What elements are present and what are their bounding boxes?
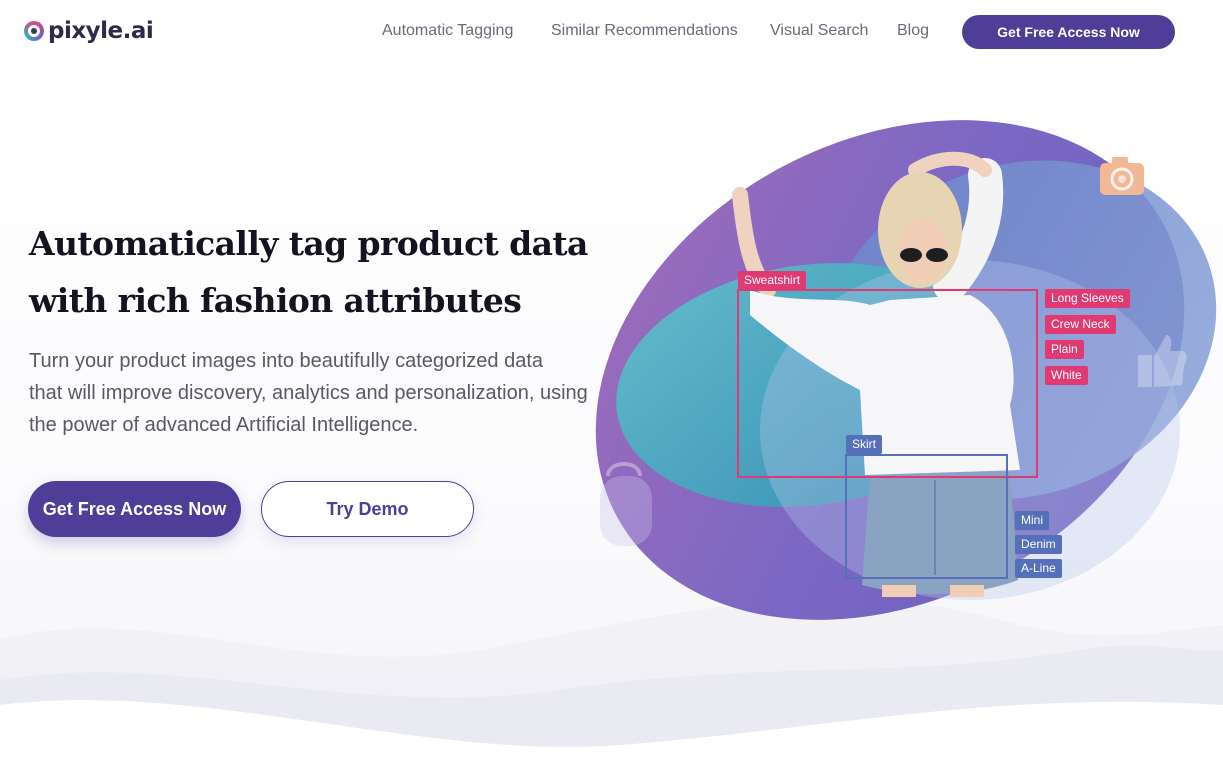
header-cta-button[interactable]: Get Free Access Now [962, 15, 1175, 49]
hero-illustration: Sweatshirt Long Sleeves Crew Neck Plain … [590, 100, 1223, 660]
blob-graphic [595, 120, 1217, 620]
skirt-label: Skirt [846, 435, 882, 454]
headline-line-2: with rich fashion attributes [29, 281, 522, 320]
subtext-line-1: Turn your product images into beautifull… [29, 350, 543, 372]
headline-line-1: Automatically tag product data [29, 224, 588, 263]
try-demo-button[interactable]: Try Demo [261, 481, 474, 537]
nav-similar-recommendations[interactable]: Similar Recommendations [551, 22, 738, 40]
site-header: pixyle.ai Automatic Tagging Similar Reco… [0, 0, 1223, 64]
attribute-tag: Plain [1045, 340, 1084, 359]
nav-automatic-tagging[interactable]: Automatic Tagging [382, 22, 513, 40]
logo-icon [24, 21, 44, 41]
attribute-tag: Long Sleeves [1045, 289, 1130, 308]
attribute-tag: White [1045, 366, 1088, 385]
nav-blog[interactable]: Blog [897, 22, 929, 40]
sweatshirt-label: Sweatshirt [738, 271, 807, 290]
attribute-tag: A-Line [1015, 559, 1062, 578]
brand-logo[interactable]: pixyle.ai [24, 18, 154, 44]
hero-headline: Automatically tag product data with rich… [29, 215, 629, 329]
attribute-tag: Denim [1015, 535, 1062, 554]
get-free-access-button[interactable]: Get Free Access Now [28, 481, 241, 537]
nav-visual-search[interactable]: Visual Search [770, 22, 868, 40]
subtext-line-2: that will improve discovery, analytics a… [29, 382, 588, 404]
brand-name: pixyle.ai [48, 18, 154, 44]
hero-subtext: Turn your product images into beautifull… [29, 345, 609, 441]
subtext-line-3: the power of advanced Artificial Intelli… [29, 414, 419, 436]
attribute-tag: Mini [1015, 511, 1050, 530]
attribute-tag: Crew Neck [1045, 315, 1116, 334]
